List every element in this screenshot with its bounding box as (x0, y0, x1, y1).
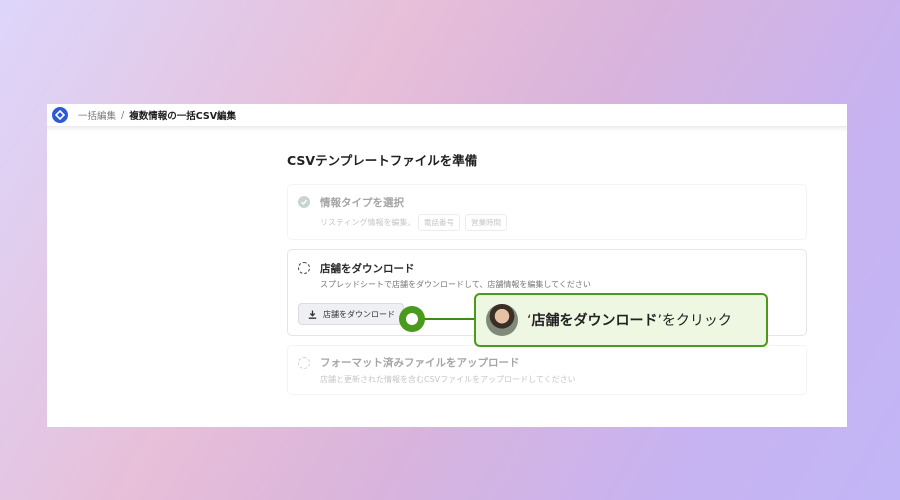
dashed-circle-icon (298, 357, 310, 369)
download-icon (308, 310, 317, 319)
app-logo-icon[interactable] (52, 107, 68, 123)
breadcrumb-parent[interactable]: 一括編集 (78, 108, 116, 122)
callout-text: ‘店舗をダウンロード’をクリック (527, 313, 732, 329)
download-button-label: 店舗をダウンロード (323, 309, 395, 319)
header-shadow (47, 127, 847, 132)
callout-suffix: をクリック (661, 313, 732, 329)
step-title: 店舗をダウンロード (320, 263, 415, 275)
click-target-marker (399, 306, 425, 332)
step-subtitle: スプレッドシートで店舗をダウンロードして、店舗情報を編集してください (320, 280, 591, 289)
instruction-callout: ‘店舗をダウンロード’をクリック (474, 293, 768, 347)
top-bar: 一括編集 / 複数情報の一括CSV編集 (47, 104, 847, 127)
step-card-select-type: 情報タイプを選択 リスティング情報を編集、 電話番号 営業時間 (287, 184, 807, 240)
check-circle-icon (298, 196, 310, 208)
step-title: 情報タイプを選択 (320, 197, 404, 209)
app-window: 一括編集 / 複数情報の一括CSV編集 CSVテンプレートファイルを準備 情報タ… (47, 104, 847, 427)
avatar (486, 304, 518, 336)
download-stores-button[interactable]: 店舗をダウンロード (298, 303, 404, 325)
step-subtitle: 店舗と更新された情報を含むCSVファイルをアップロードしてください (320, 375, 576, 384)
callout-emphasis: 店舗をダウンロード (531, 313, 658, 329)
breadcrumb-separator: / (121, 109, 125, 121)
step-title: フォーマット済みファイルをアップロード (320, 357, 520, 369)
breadcrumb-current: 複数情報の一括CSV編集 (129, 111, 237, 122)
page-title: CSVテンプレートファイルを準備 (287, 153, 478, 168)
chip-phone[interactable]: 電話番号 (418, 214, 460, 231)
step-card-upload: フォーマット済みファイルをアップロード 店舗と更新された情報を含むCSVファイル… (287, 345, 807, 395)
callout-connector (423, 318, 475, 320)
dashed-circle-icon (298, 262, 310, 274)
chip-hours[interactable]: 営業時間 (465, 214, 507, 231)
step-subtitle: リスティング情報を編集、 (320, 218, 416, 227)
